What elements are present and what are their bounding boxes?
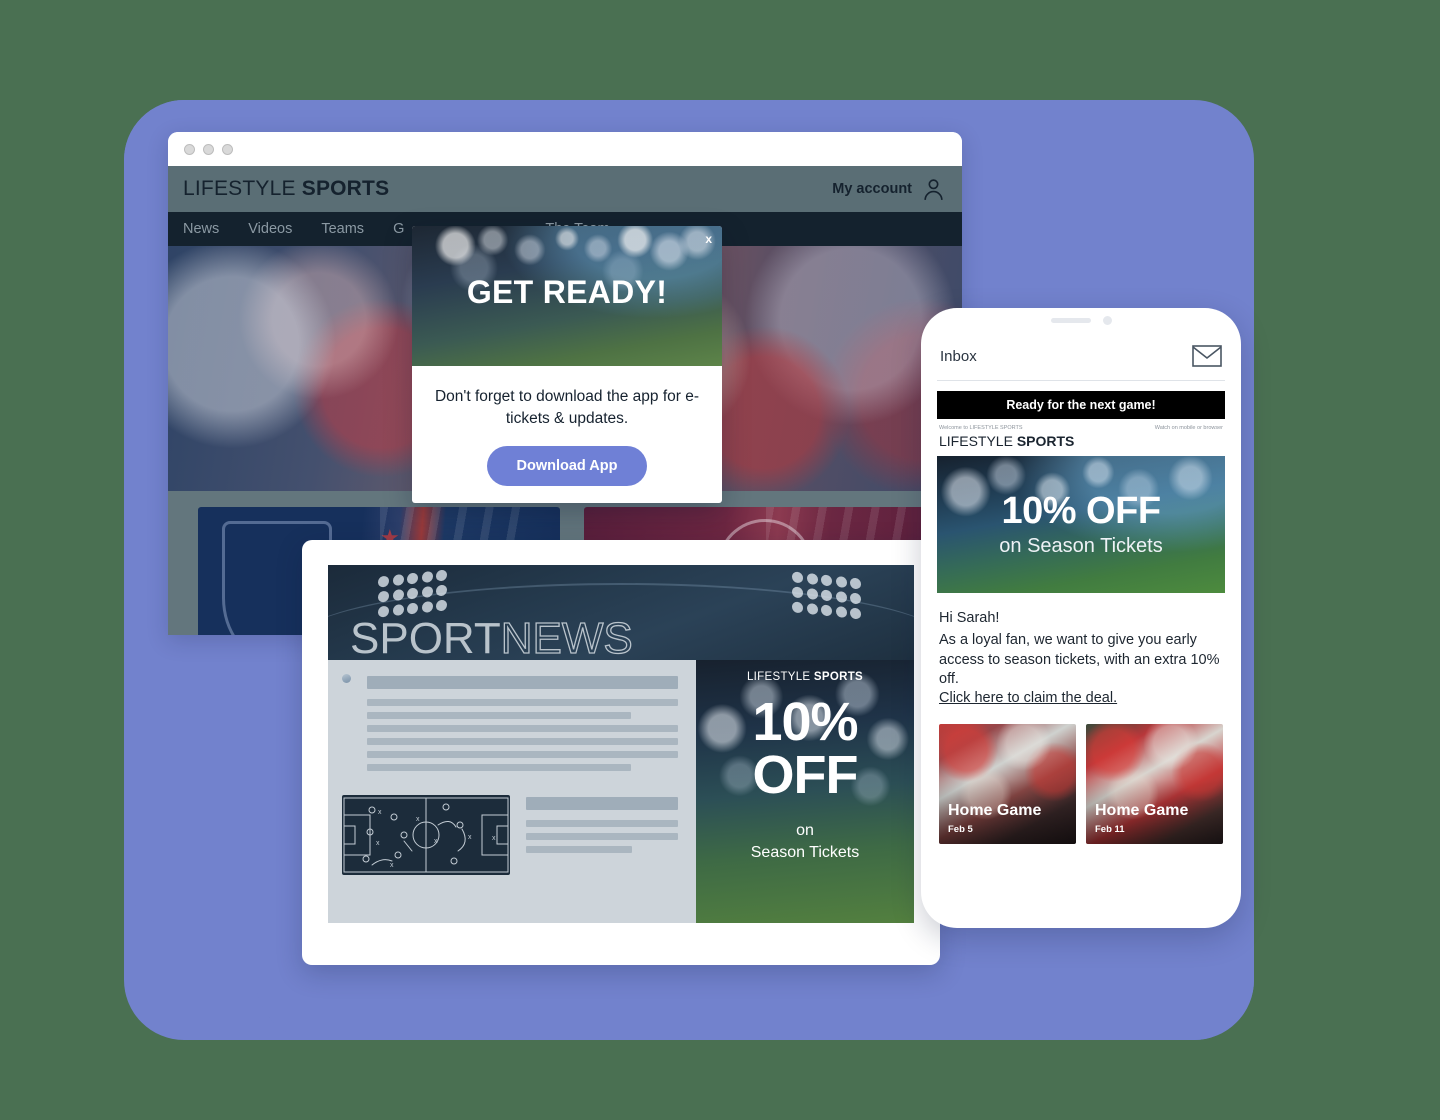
ad-subtext: on Season Tickets bbox=[696, 822, 914, 862]
phone-device: Inbox Ready for the next game! Welcome t… bbox=[921, 308, 1241, 928]
ad-brand: LIFESTYLE SPORTS bbox=[696, 660, 914, 683]
article-row[interactable] bbox=[342, 674, 678, 777]
preheader-right: Watch on mobile or browser bbox=[1154, 425, 1223, 431]
email-brand: LIFESTYLE SPORTS bbox=[937, 432, 1225, 456]
get-ready-popup: x GET READY! Don't forget to download th… bbox=[412, 226, 722, 503]
article-text-placeholder bbox=[526, 795, 678, 875]
stadium-lights-right-icon bbox=[788, 567, 866, 625]
nav-item-g[interactable]: G bbox=[393, 221, 404, 237]
article-thumbnail-tactics: x x x x x x x bbox=[342, 795, 510, 875]
nav-item-videos[interactable]: Videos bbox=[248, 221, 292, 237]
envelope-icon[interactable] bbox=[1192, 345, 1222, 367]
ad-subtext-on: on bbox=[796, 821, 814, 839]
nav-item-teams[interactable]: Teams bbox=[321, 221, 364, 237]
ad-brand-bold: SPORTS bbox=[813, 671, 863, 683]
season-tickets-ad[interactable]: LIFESTYLE SPORTS 10% OFF on Season Ticke… bbox=[696, 660, 914, 923]
email-banner: Ready for the next game! bbox=[937, 391, 1225, 419]
svg-text:x: x bbox=[434, 838, 438, 845]
email-hero-subtext: on Season Tickets bbox=[999, 535, 1163, 557]
popup-message: Don't forget to download the app for e-t… bbox=[434, 388, 700, 427]
popup-body: Don't forget to download the app for e-t… bbox=[412, 366, 722, 503]
phone-notch bbox=[1016, 308, 1146, 332]
window-close-dot[interactable] bbox=[184, 143, 195, 155]
close-icon[interactable]: x bbox=[705, 232, 712, 246]
game-card-date: Feb 5 bbox=[948, 824, 973, 836]
ad-brand-light: LIFESTYLE bbox=[746, 671, 811, 683]
svg-text:x: x bbox=[378, 809, 382, 816]
download-app-button[interactable]: Download App bbox=[486, 446, 648, 486]
game-card-title: Home Game bbox=[948, 802, 1042, 820]
email-hero: 10% OFF on Season Tickets bbox=[937, 456, 1225, 593]
inbox-label: Inbox bbox=[940, 347, 977, 365]
article-thumbnail-camera bbox=[342, 674, 351, 683]
email-brand-light: LIFESTYLE bbox=[939, 433, 1013, 449]
email-preheader: Welcome to LIFESTYLE SPORTS Watch on mob… bbox=[937, 419, 1225, 432]
email-cta-link[interactable]: Click here to claim the deal. bbox=[939, 690, 1117, 706]
site-logo[interactable]: LIFESTYLE SPORTS bbox=[183, 177, 389, 201]
phone-screen: Inbox Ready for the next game! Welcome t… bbox=[937, 336, 1225, 914]
email-greeting: Hi Sarah! bbox=[939, 610, 1000, 626]
sportnews-articles: x x x x x x x bbox=[328, 660, 682, 923]
sportnews-window: SPORTNEWS x x x x x x x LIFESTYLE SPORTS… bbox=[302, 540, 940, 965]
ad-headline-percent: 10% bbox=[752, 692, 858, 752]
game-card-date: Feb 11 bbox=[1095, 824, 1125, 836]
popup-title: GET READY! bbox=[466, 274, 668, 310]
sportnews-logo-news: NEWS bbox=[500, 613, 633, 660]
article-text-placeholder bbox=[367, 674, 678, 777]
speaker-icon bbox=[1050, 317, 1091, 323]
window-maximize-dot[interactable] bbox=[222, 143, 233, 155]
person-icon bbox=[924, 178, 943, 200]
sportnews-hero: SPORTNEWS bbox=[328, 565, 914, 660]
email-paragraph: As a loyal fan, we want to give you earl… bbox=[939, 632, 1220, 687]
preheader-left: Welcome to LIFESTYLE SPORTS bbox=[939, 425, 1023, 431]
svg-text:x: x bbox=[390, 862, 394, 869]
popup-stadium-image: x GET READY! bbox=[412, 226, 722, 366]
my-account-button[interactable]: My account bbox=[832, 177, 946, 202]
sportnews-logo: SPORTNEWS bbox=[350, 613, 633, 660]
inbox-bar: Inbox bbox=[937, 336, 1225, 381]
nav-item-news[interactable]: News bbox=[183, 221, 219, 237]
site-header: LIFESTYLE SPORTS My account bbox=[168, 166, 962, 212]
site-logo-light: LIFESTYLE bbox=[183, 177, 296, 200]
browser-chrome-bar bbox=[168, 132, 962, 166]
svg-text:x: x bbox=[492, 835, 496, 842]
my-account-label: My account bbox=[832, 181, 912, 197]
email-game-cards: Home Game Feb 5 Home Game Feb 11 bbox=[937, 714, 1225, 845]
window-minimize-dot[interactable] bbox=[203, 143, 214, 155]
sportnews-content: x x x x x x x LIFESTYLE SPORTS 10% OFF o… bbox=[328, 660, 914, 923]
ad-subtext-tickets: Season Tickets bbox=[750, 843, 860, 861]
svg-text:x: x bbox=[376, 840, 380, 847]
email-body: Hi Sarah! As a loyal fan, we want to giv… bbox=[937, 593, 1225, 714]
camera-icon bbox=[1102, 315, 1112, 325]
game-card-title: Home Game bbox=[1095, 802, 1189, 820]
svg-text:x: x bbox=[416, 816, 420, 823]
game-card[interactable]: Home Game Feb 11 bbox=[1086, 724, 1223, 845]
email-hero-headline: 10% OFF bbox=[1001, 490, 1161, 532]
sportnews-logo-sport: SPORT bbox=[350, 614, 501, 660]
game-card[interactable]: Home Game Feb 5 bbox=[939, 724, 1076, 845]
ad-headline-off: OFF bbox=[752, 744, 859, 805]
site-logo-bold: SPORTS bbox=[301, 177, 390, 200]
article-row[interactable]: x x x x x x x bbox=[342, 795, 678, 875]
email-brand-bold: SPORTS bbox=[1016, 433, 1075, 449]
ad-headline: 10% OFF bbox=[696, 692, 914, 805]
svg-text:x: x bbox=[468, 834, 472, 841]
